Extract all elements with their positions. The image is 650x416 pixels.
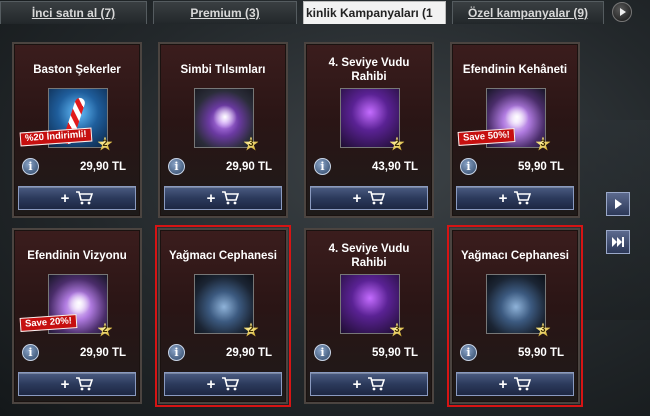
cart-icon	[75, 377, 94, 391]
add-to-cart-button[interactable]: +	[18, 372, 136, 396]
offer-price: 29,90 TL	[79, 161, 126, 173]
offer-price: 59,90 TL	[517, 347, 564, 359]
info-icon[interactable]: i	[22, 344, 39, 361]
tab-buy-pearls[interactable]: İnci satın al (7)	[0, 1, 147, 24]
cart-icon	[513, 377, 532, 391]
offer-price: 29,90 TL	[225, 161, 272, 173]
offer-price: 59,90 TL	[517, 161, 564, 173]
tab-special-campaigns[interactable]: Özel kampanyalar (9)	[452, 1, 604, 24]
add-to-cart-button[interactable]: +	[310, 186, 428, 210]
offer-panel: Baston Şekerler 2 %20 İndirimli! i 29,90…	[0, 26, 630, 416]
info-icon[interactable]: i	[314, 344, 331, 361]
tab-next-arrow-icon[interactable]	[612, 2, 632, 22]
offer-title: Baston Şekerler	[33, 64, 121, 76]
plus-label: +	[60, 189, 70, 207]
offer-card: 4. Seviye Vudu Rahibi 3 i 59,90 TL +	[304, 228, 434, 404]
cart-icon	[367, 377, 386, 391]
level-number: 3	[540, 324, 546, 334]
last-page-icon[interactable]	[606, 230, 630, 254]
offer-card: Baston Şekerler 2 %20 İndirimli! i 29,90…	[12, 42, 142, 218]
offer-card: 4. Seviye Vudu Rahibi 2 i 43,90 TL +	[304, 42, 434, 218]
offer-title: Efendinin Kehâneti	[462, 64, 568, 76]
level-number: 3	[540, 138, 546, 148]
tab-campaigns[interactable]: kinlik Kampanyaları (1	[303, 1, 446, 24]
offer-title: Simbi Tılsımları	[180, 64, 266, 76]
offer-title: Yağmacı Cephanesi	[460, 250, 570, 262]
add-to-cart-button[interactable]: +	[456, 372, 574, 396]
offer-card: Yağmacı Cephanesi 2 i 29,90 TL +	[155, 225, 291, 407]
plus-label: +	[60, 375, 70, 393]
level-number: 3	[394, 324, 400, 334]
level-number: 2	[102, 138, 108, 148]
level-number: 3	[248, 138, 254, 148]
level-number: 2	[102, 324, 108, 334]
plus-label: +	[352, 375, 362, 393]
offer-title: Efendinin Vizyonu	[27, 250, 127, 262]
offer-card: Simbi Tılsımları 3 i 29,90 TL +	[158, 42, 288, 218]
cart-icon	[367, 191, 386, 205]
add-to-cart-button[interactable]: +	[164, 372, 282, 396]
cart-icon	[221, 377, 240, 391]
cart-icon	[75, 191, 94, 205]
tab-bar: İnci satın al (7) Premium (3) kinlik Kam…	[0, 0, 650, 26]
offer-title: 4. Seviye Vudu Rahibi	[328, 57, 410, 83]
offer-price: 29,90 TL	[79, 347, 126, 359]
tab-premium[interactable]: Premium (3)	[153, 1, 297, 24]
offer-card: Efendinin Kehâneti 3 Save 50%! i 59,90 T…	[450, 42, 580, 218]
offer-card: Yağmacı Cephanesi 3 i 59,90 TL +	[447, 225, 583, 407]
cart-icon	[221, 191, 240, 205]
level-number: 2	[248, 324, 254, 334]
plus-label: +	[352, 189, 362, 207]
plus-label: +	[206, 375, 216, 393]
offer-price: 43,90 TL	[371, 161, 418, 173]
plus-label: +	[498, 189, 508, 207]
info-icon[interactable]: i	[460, 344, 477, 361]
offer-card: Efendinin Vizyonu 2 Save 20%! i 29,90 TL…	[12, 228, 142, 404]
info-icon[interactable]: i	[22, 158, 39, 175]
next-page-icon[interactable]	[606, 192, 630, 216]
info-icon[interactable]: i	[460, 158, 477, 175]
add-to-cart-button[interactable]: +	[456, 186, 574, 210]
offer-title: 4. Seviye Vudu Rahibi	[328, 243, 410, 269]
level-number: 2	[394, 138, 400, 148]
offer-price: 29,90 TL	[225, 347, 272, 359]
plus-label: +	[498, 375, 508, 393]
add-to-cart-button[interactable]: +	[18, 186, 136, 210]
plus-label: +	[206, 189, 216, 207]
add-to-cart-button[interactable]: +	[164, 186, 282, 210]
info-icon[interactable]: i	[168, 158, 185, 175]
cart-icon	[513, 191, 532, 205]
add-to-cart-button[interactable]: +	[310, 372, 428, 396]
info-icon[interactable]: i	[168, 344, 185, 361]
offer-title: Yağmacı Cephanesi	[168, 250, 278, 262]
offer-price: 59,90 TL	[371, 347, 418, 359]
info-icon[interactable]: i	[314, 158, 331, 175]
